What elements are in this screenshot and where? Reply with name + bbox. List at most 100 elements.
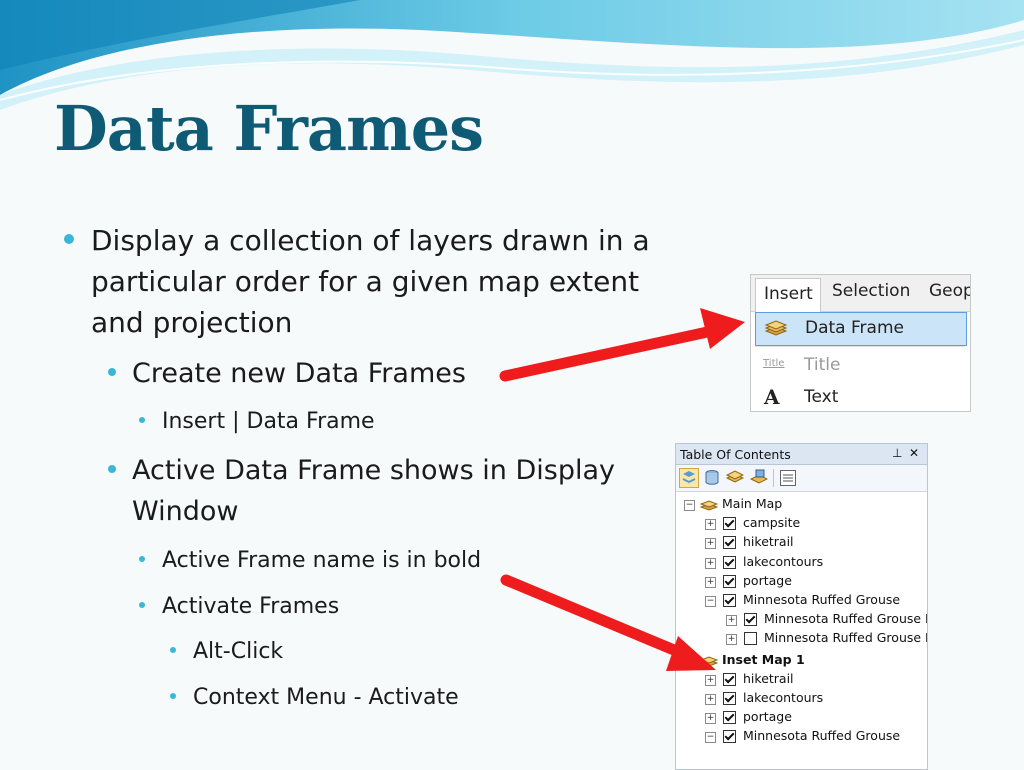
- layer-name: Minnesota Ruffed Grouse Dr: [764, 611, 928, 627]
- bullet-level-2: Active Data Frame shows in Display Window: [108, 450, 616, 532]
- toolbar-separator: [773, 469, 774, 487]
- options-icon[interactable]: [780, 470, 796, 486]
- list-by-drawing-order-icon[interactable]: [679, 468, 699, 488]
- bullet-text-line: Activate Frames: [162, 594, 340, 619]
- toc-layer-row[interactable]: + hiketrail: [676, 534, 927, 553]
- bullet-text-line: Active Data Frame shows in Display: [132, 455, 616, 486]
- expand-icon[interactable]: +: [705, 694, 716, 705]
- menu-item-label: Data Frame: [805, 318, 904, 338]
- expand-icon[interactable]: +: [705, 576, 716, 588]
- bullet-text-line: particular order for a given map extent: [91, 265, 640, 298]
- close-icon[interactable]: ✕: [909, 446, 919, 460]
- bullet-text-line: Display a collection of layers drawn in …: [91, 224, 650, 257]
- text-icon: A: [764, 385, 780, 409]
- pin-icon[interactable]: ⊥: [892, 446, 902, 460]
- toc-layer-row[interactable]: + campsite: [676, 515, 927, 534]
- toc-layer-row[interactable]: − Minnesota Ruffed Grouse: [676, 728, 927, 747]
- bullet-marker: [139, 556, 145, 562]
- collapse-icon[interactable]: −: [684, 655, 695, 667]
- layer-name: campsite: [743, 515, 801, 531]
- bullet-marker: [139, 417, 145, 423]
- bullet-text-line: and projection: [91, 306, 293, 339]
- layers-icon: [764, 320, 788, 336]
- expand-icon[interactable]: +: [705, 557, 716, 569]
- bullet-text-line: Window: [132, 496, 239, 527]
- bullet-marker: [170, 693, 176, 699]
- visibility-checkbox[interactable]: [744, 632, 757, 646]
- bullet-text-line: Alt-Click: [193, 639, 284, 664]
- layer-name: portage: [743, 709, 792, 725]
- toc-layer-row[interactable]: + portage: [676, 573, 927, 592]
- bullet-text-line: Insert | Data Frame: [162, 409, 375, 434]
- toc-data-frame-row[interactable]: − Inset Map 1: [676, 652, 927, 671]
- list-by-selection-icon[interactable]: [750, 469, 768, 487]
- title-icon: Title: [763, 358, 785, 369]
- collapse-icon[interactable]: −: [705, 596, 716, 607]
- tab-geoprocessing[interactable]: Geop: [929, 281, 970, 301]
- toc-toolbar: [676, 465, 927, 492]
- toc-layer-row[interactable]: + lakecontours: [676, 690, 927, 709]
- visibility-checkbox[interactable]: [723, 692, 736, 705]
- menu-item-label: Title: [804, 355, 841, 375]
- ribbon-tab-bar: Insert Selection Geop: [751, 275, 970, 312]
- visibility-checkbox[interactable]: [723, 536, 736, 550]
- expand-icon[interactable]: +: [705, 538, 716, 550]
- toc-layer-row[interactable]: + hiketrail: [676, 671, 927, 690]
- toc-title: Table Of Contents: [680, 447, 791, 462]
- expand-icon[interactable]: +: [705, 674, 716, 686]
- menu-item-text[interactable]: A Text: [755, 382, 965, 411]
- bullet-text-line: Create new Data Frames: [132, 358, 466, 389]
- layer-name: lakecontours: [743, 690, 824, 705]
- collapse-icon[interactable]: −: [684, 500, 695, 511]
- menu-divider: [755, 346, 965, 347]
- collapse-icon[interactable]: −: [705, 732, 716, 744]
- visibility-checkbox[interactable]: [723, 517, 736, 531]
- layer-name: portage: [743, 572, 792, 588]
- insert-menu-screenshot: Insert Selection Geop Data Frame Title T…: [750, 274, 971, 412]
- data-frame-name: Inset Map 1: [722, 651, 805, 667]
- expand-icon[interactable]: +: [726, 615, 737, 627]
- layer-name: lakecontours: [743, 553, 824, 569]
- layers-icon: [700, 656, 718, 667]
- bullet-text-line: Context Menu - Activate: [193, 685, 459, 710]
- layer-name: hiketrail: [743, 670, 794, 686]
- visibility-checkbox[interactable]: [723, 711, 736, 725]
- toc-layer-row[interactable]: − Minnesota Ruffed Grouse: [676, 592, 927, 611]
- tab-insert[interactable]: Insert: [755, 278, 821, 312]
- visibility-checkbox[interactable]: [744, 613, 757, 627]
- bullet-level-4: Context Menu - Activate: [170, 683, 459, 713]
- layer-name: Minnesota Ruffed Grouse Dr: [764, 630, 928, 646]
- menu-item-title[interactable]: Title Title: [755, 350, 965, 382]
- visibility-checkbox[interactable]: [723, 555, 736, 569]
- visibility-checkbox[interactable]: [723, 574, 736, 588]
- expand-icon[interactable]: +: [726, 634, 737, 646]
- bullet-level-3: Activate Frames: [139, 592, 340, 622]
- toc-layer-row[interactable]: + lakecontours: [676, 554, 927, 573]
- visibility-checkbox[interactable]: [723, 594, 736, 607]
- tab-insert-label: Insert: [764, 284, 813, 304]
- layer-name: Minnesota Ruffed Grouse: [743, 592, 901, 607]
- bullet-text-line: Active Frame name is in bold: [162, 548, 482, 573]
- visibility-checkbox[interactable]: [723, 730, 736, 744]
- expand-icon[interactable]: +: [705, 519, 716, 531]
- list-by-source-icon[interactable]: [704, 469, 720, 487]
- toc-header: Table Of Contents ⊥ ✕: [676, 444, 927, 465]
- toc-data-frame-row[interactable]: − Main Map: [676, 496, 927, 515]
- menu-item-data-frame[interactable]: Data Frame: [755, 312, 967, 346]
- visibility-checkbox[interactable]: [723, 672, 736, 686]
- bullet-level-3: Active Frame name is in bold: [139, 546, 482, 576]
- bullet-marker: [108, 367, 116, 376]
- bullet-marker: [108, 464, 116, 473]
- menu-item-label: Text: [804, 387, 839, 407]
- bullet-level-1: Display a collection of layers drawn in …: [64, 220, 650, 343]
- expand-icon[interactable]: +: [705, 713, 716, 725]
- toc-layer-row[interactable]: + Minnesota Ruffed Grouse Dr: [676, 630, 927, 649]
- bullet-marker: [170, 647, 176, 653]
- bullet-level-4: Alt-Click: [170, 637, 284, 667]
- list-by-visibility-icon[interactable]: [726, 469, 744, 487]
- toc-layer-row[interactable]: + Minnesota Ruffed Grouse Dr: [676, 611, 927, 630]
- bullet-marker: [139, 602, 145, 608]
- layers-icon: [700, 500, 718, 511]
- tab-selection[interactable]: Selection: [832, 281, 910, 301]
- toc-layer-row[interactable]: + portage: [676, 709, 927, 728]
